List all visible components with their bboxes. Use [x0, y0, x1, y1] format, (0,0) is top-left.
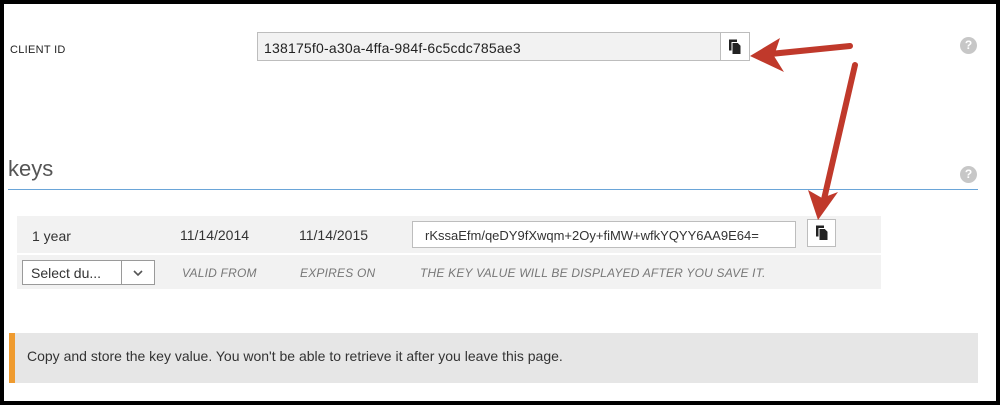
new-key-row: Select du... VALID FROM EXPIRES ON THE K…: [17, 255, 881, 289]
key-expires-on: 11/14/2015: [299, 227, 369, 243]
keys-divider: [8, 189, 978, 190]
key-value-header: THE KEY VALUE WILL BE DISPLAYED AFTER YO…: [420, 266, 766, 280]
client-id-label: CLIENT ID: [10, 44, 66, 56]
key-row: 1 year 11/14/2014 11/14/2015 rKssaEfm/qe…: [17, 216, 881, 253]
keys-section-title: keys: [8, 156, 54, 181]
key-value-copy-button[interactable]: [807, 219, 836, 247]
client-id-field[interactable]: 138175f0-a30a-4ffa-984f-6c5cdc785ae3: [257, 32, 750, 61]
notice-message: Copy and store the key value. You won't …: [27, 348, 563, 364]
duration-select-toggle[interactable]: [121, 261, 154, 284]
client-id-help-icon[interactable]: ?: [960, 37, 977, 54]
notice-accent-bar: [9, 333, 15, 383]
duration-select-value: Select du...: [31, 265, 102, 281]
copy-icon: [729, 39, 742, 55]
key-value-field[interactable]: rKssaEfm/qeDY9fXwqm+2Oy+fiMW+wfkYQYY6AA9…: [412, 221, 796, 248]
keys-help-icon[interactable]: ?: [960, 166, 977, 183]
warning-notice: Copy and store the key value. You won't …: [9, 333, 978, 383]
client-id-value: 138175f0-a30a-4ffa-984f-6c5cdc785ae3: [264, 40, 521, 56]
chevron-down-icon: [133, 270, 143, 277]
expires-on-header: EXPIRES ON: [300, 266, 376, 280]
client-id-copy-button[interactable]: [720, 33, 749, 60]
valid-from-header: VALID FROM: [182, 266, 257, 280]
duration-select[interactable]: Select du...: [22, 260, 155, 285]
copy-icon: [815, 225, 828, 241]
key-valid-from: 11/14/2014: [180, 227, 250, 243]
key-duration: 1 year: [32, 228, 71, 244]
